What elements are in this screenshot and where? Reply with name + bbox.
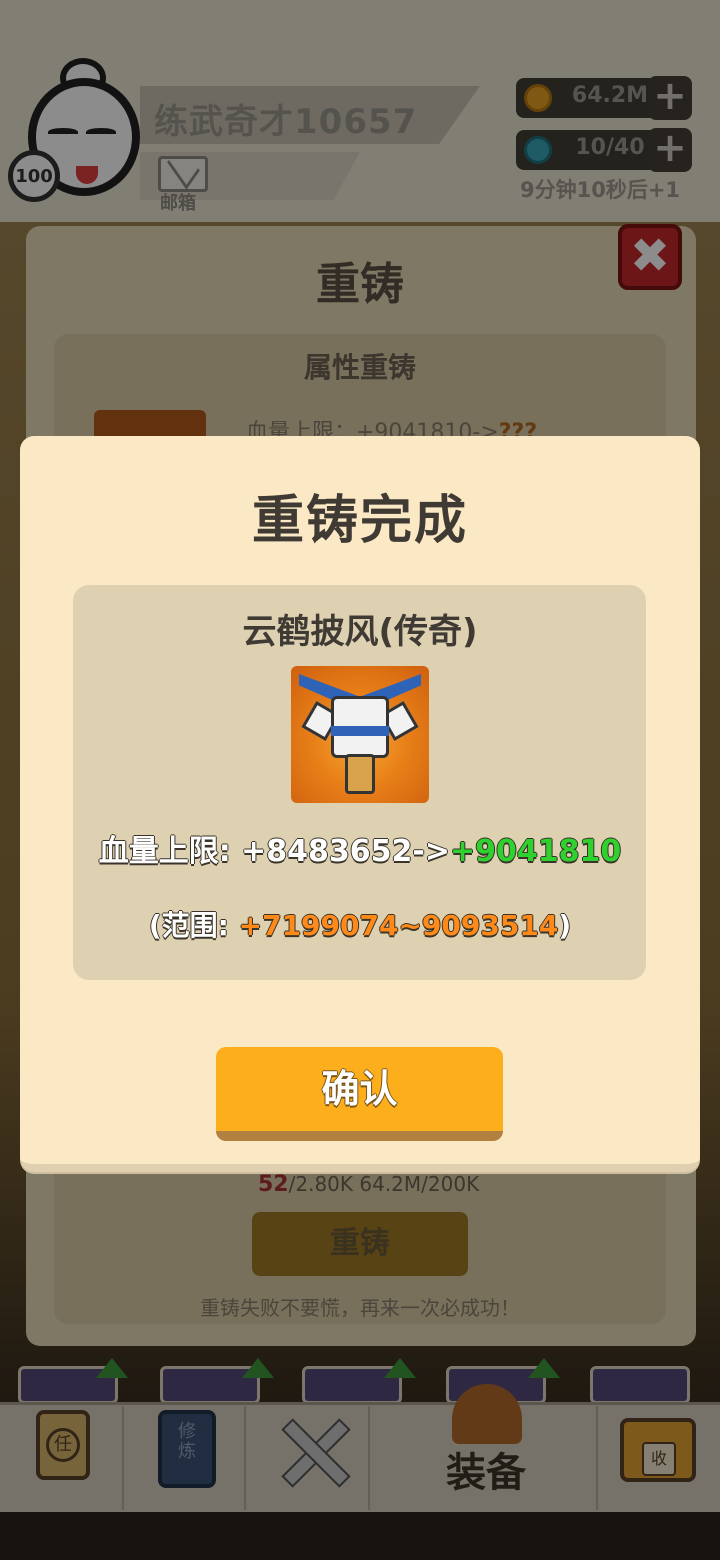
dialog-title: 重铸完成 — [251, 491, 468, 551]
range-value: +7199074~9093514 — [238, 909, 559, 942]
stat-range-line: (范围: +7199074~9093514) — [0, 904, 720, 944]
range-prefix: (范围: — [148, 909, 239, 942]
confirm-button[interactable]: 确认 — [216, 1047, 503, 1141]
cape-icon — [291, 666, 429, 803]
stat-change-line: 血量上限: +8483652->+9041810 — [0, 826, 720, 870]
cape-sash — [331, 726, 389, 736]
stat-prefix: 血量上限: +8483652-> — [98, 834, 451, 869]
item-name: 云鹤披风(传奇) — [242, 612, 478, 652]
stat-new-value: +9041810 — [450, 834, 622, 869]
cape-belt — [345, 754, 375, 794]
range-suffix: ) — [558, 909, 572, 942]
